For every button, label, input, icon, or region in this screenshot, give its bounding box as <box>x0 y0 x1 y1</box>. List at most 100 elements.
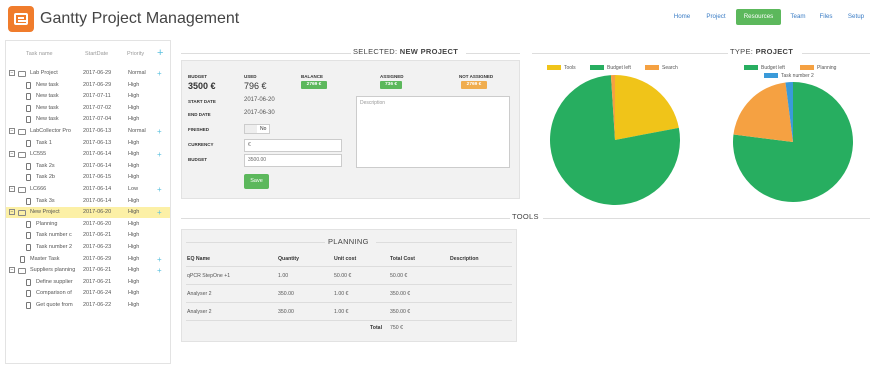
tree-row[interactable]: − LC555 2017-06-14 High + <box>6 149 170 160</box>
collapse-toggle-icon[interactable]: − <box>9 151 15 158</box>
task-priority: Normal <box>128 128 146 134</box>
nav-files[interactable]: Files <box>815 9 837 25</box>
task-priority: High <box>128 209 140 216</box>
collapse-toggle-icon[interactable]: − <box>9 70 15 76</box>
task-priority: High <box>128 244 140 250</box>
selected-heading: SELECTED: NEW PROJECT <box>353 47 459 56</box>
tree-row[interactable]: Task 2s 2017-06-14 High <box>6 161 170 172</box>
balance-badge: 2769 € <box>301 81 327 89</box>
nav-project[interactable]: Project <box>702 9 730 25</box>
task-start-date: 2017-06-14 <box>83 197 112 204</box>
tree-row[interactable]: New task 2017-06-29 High <box>6 80 170 91</box>
tree-row[interactable]: − Lab Project 2017-06-29 Normal + <box>6 68 170 79</box>
task-name: LabCollector Pro <box>30 128 71 134</box>
task-name: New task <box>36 116 59 123</box>
legend-swatch-search <box>645 65 659 70</box>
task-priority: High <box>128 197 140 204</box>
pie-chart-type <box>733 82 853 202</box>
tool-cell: qPCR StepOne +1 <box>187 273 231 279</box>
task-start-date: 2017-07-11 <box>83 93 111 100</box>
file-icon <box>26 139 31 147</box>
used-label: USED <box>244 74 257 79</box>
task-name: LC555 <box>30 151 47 158</box>
used-value: 796 € <box>244 81 267 91</box>
task-start-date: 2017-07-02 <box>83 104 112 111</box>
add-subtask-icon[interactable]: + <box>157 207 162 218</box>
col-header-priority[interactable]: Priority <box>127 51 144 57</box>
divider <box>186 242 325 243</box>
currency-input[interactable]: € <box>244 139 342 152</box>
legend-swatch-budget-left <box>744 65 758 70</box>
add-subtask-icon[interactable]: + <box>157 68 162 79</box>
legend-swatch-tools <box>547 65 561 70</box>
tree-row[interactable]: Comparison of 2017-06-24 High <box>6 288 170 299</box>
divider <box>532 53 728 54</box>
assigned-badge: 736 € <box>380 81 402 89</box>
collapse-toggle-icon[interactable]: − <box>9 267 15 274</box>
collapse-toggle-icon[interactable]: − <box>9 128 15 134</box>
tree-row[interactable]: Task 1 2017-06-13 High <box>6 138 170 149</box>
nav-team[interactable]: Team <box>786 9 810 25</box>
group-icon <box>18 71 26 77</box>
tree-row[interactable]: Task number c 2017-06-21 High <box>6 230 170 241</box>
tree-row[interactable]: − LC666 2017-06-14 Low + <box>6 184 170 195</box>
divider <box>181 53 351 54</box>
tree-row[interactable]: Planning 2017-06-20 High <box>6 219 170 230</box>
finished-toggle[interactable]: No <box>244 124 270 134</box>
tree-row[interactable]: New task 2017-07-02 High <box>6 103 170 114</box>
task-start-date: 2017-06-20 <box>83 220 112 227</box>
task-priority: High <box>128 174 140 181</box>
col-header-start-date[interactable]: StartDate <box>85 51 108 57</box>
legend-label-planning: Planning <box>817 65 837 71</box>
not-assigned-label: NOT ASSIGNED <box>459 74 494 79</box>
tree-row[interactable]: Define supplier 2017-06-21 High <box>6 277 170 288</box>
budget-input-label: BUDGET <box>188 157 207 162</box>
divider <box>186 320 512 321</box>
save-button[interactable]: Save <box>244 174 269 189</box>
col-header-task-name[interactable]: Task name <box>26 51 53 57</box>
task-priority: High <box>128 162 140 169</box>
finished-toggle-label: No <box>260 126 267 132</box>
tree-row[interactable]: − New Project 2017-06-20 High + <box>6 207 170 219</box>
collapse-toggle-icon[interactable]: − <box>9 209 15 216</box>
add-subtask-icon[interactable]: + <box>157 265 162 276</box>
task-name: Define supplier <box>36 278 73 285</box>
task-start-date: 2017-07-04 <box>83 116 112 123</box>
add-subtask-icon[interactable]: + <box>157 254 162 265</box>
description-textarea[interactable]: Description <box>356 96 510 168</box>
task-name: New task <box>36 93 59 100</box>
nav-home[interactable]: Home <box>669 9 695 25</box>
file-icon <box>26 220 31 228</box>
add-task-icon[interactable]: + <box>157 47 163 59</box>
collapse-toggle-icon[interactable]: − <box>9 186 15 192</box>
tree-row[interactable]: − Suppliers planning 2017-06-21 High + <box>6 265 170 276</box>
tree-row[interactable]: Task number 2 2017-06-23 High <box>6 242 170 253</box>
legend-label-budget-left: Budget left <box>607 65 631 71</box>
file-icon <box>26 232 31 240</box>
legend-label-search: Search <box>662 65 678 71</box>
tree-row[interactable]: Task 3s 2017-06-14 High <box>6 196 170 207</box>
file-icon <box>20 255 25 263</box>
nav-setup[interactable]: Setup <box>843 9 869 25</box>
file-icon <box>26 244 31 251</box>
divider <box>543 218 870 219</box>
start-date-label: START DATE <box>188 99 216 104</box>
app-logo-icon <box>8 6 34 32</box>
tree-row[interactable]: − LabCollector Pro 2017-06-13 Normal + <box>6 126 170 137</box>
add-subtask-icon[interactable]: + <box>157 126 162 137</box>
tree-row[interactable]: New task 2017-07-04 High <box>6 114 170 125</box>
add-subtask-icon[interactable]: + <box>157 149 162 160</box>
legend-swatch-task-number-2 <box>764 73 778 78</box>
tree-row[interactable]: Get quote from 2017-06-22 High <box>6 300 170 311</box>
task-start-date: 2017-06-29 <box>83 70 112 76</box>
legend-swatch-budget-left <box>590 65 604 70</box>
tree-row[interactable]: New task 2017-07-11 High <box>6 91 170 102</box>
tree-row[interactable]: Master Task 2017-06-29 High + <box>6 254 170 265</box>
nav-resources[interactable]: Resources <box>736 9 781 25</box>
tree-row[interactable]: Task 2b 2017-06-15 High <box>6 172 170 183</box>
budget-input[interactable]: 3500.00 <box>244 154 342 167</box>
app-title: Gantty Project Management <box>40 10 240 27</box>
col-description: Description <box>450 256 479 262</box>
add-subtask-icon[interactable]: + <box>157 184 162 195</box>
folder-icon <box>18 129 26 135</box>
